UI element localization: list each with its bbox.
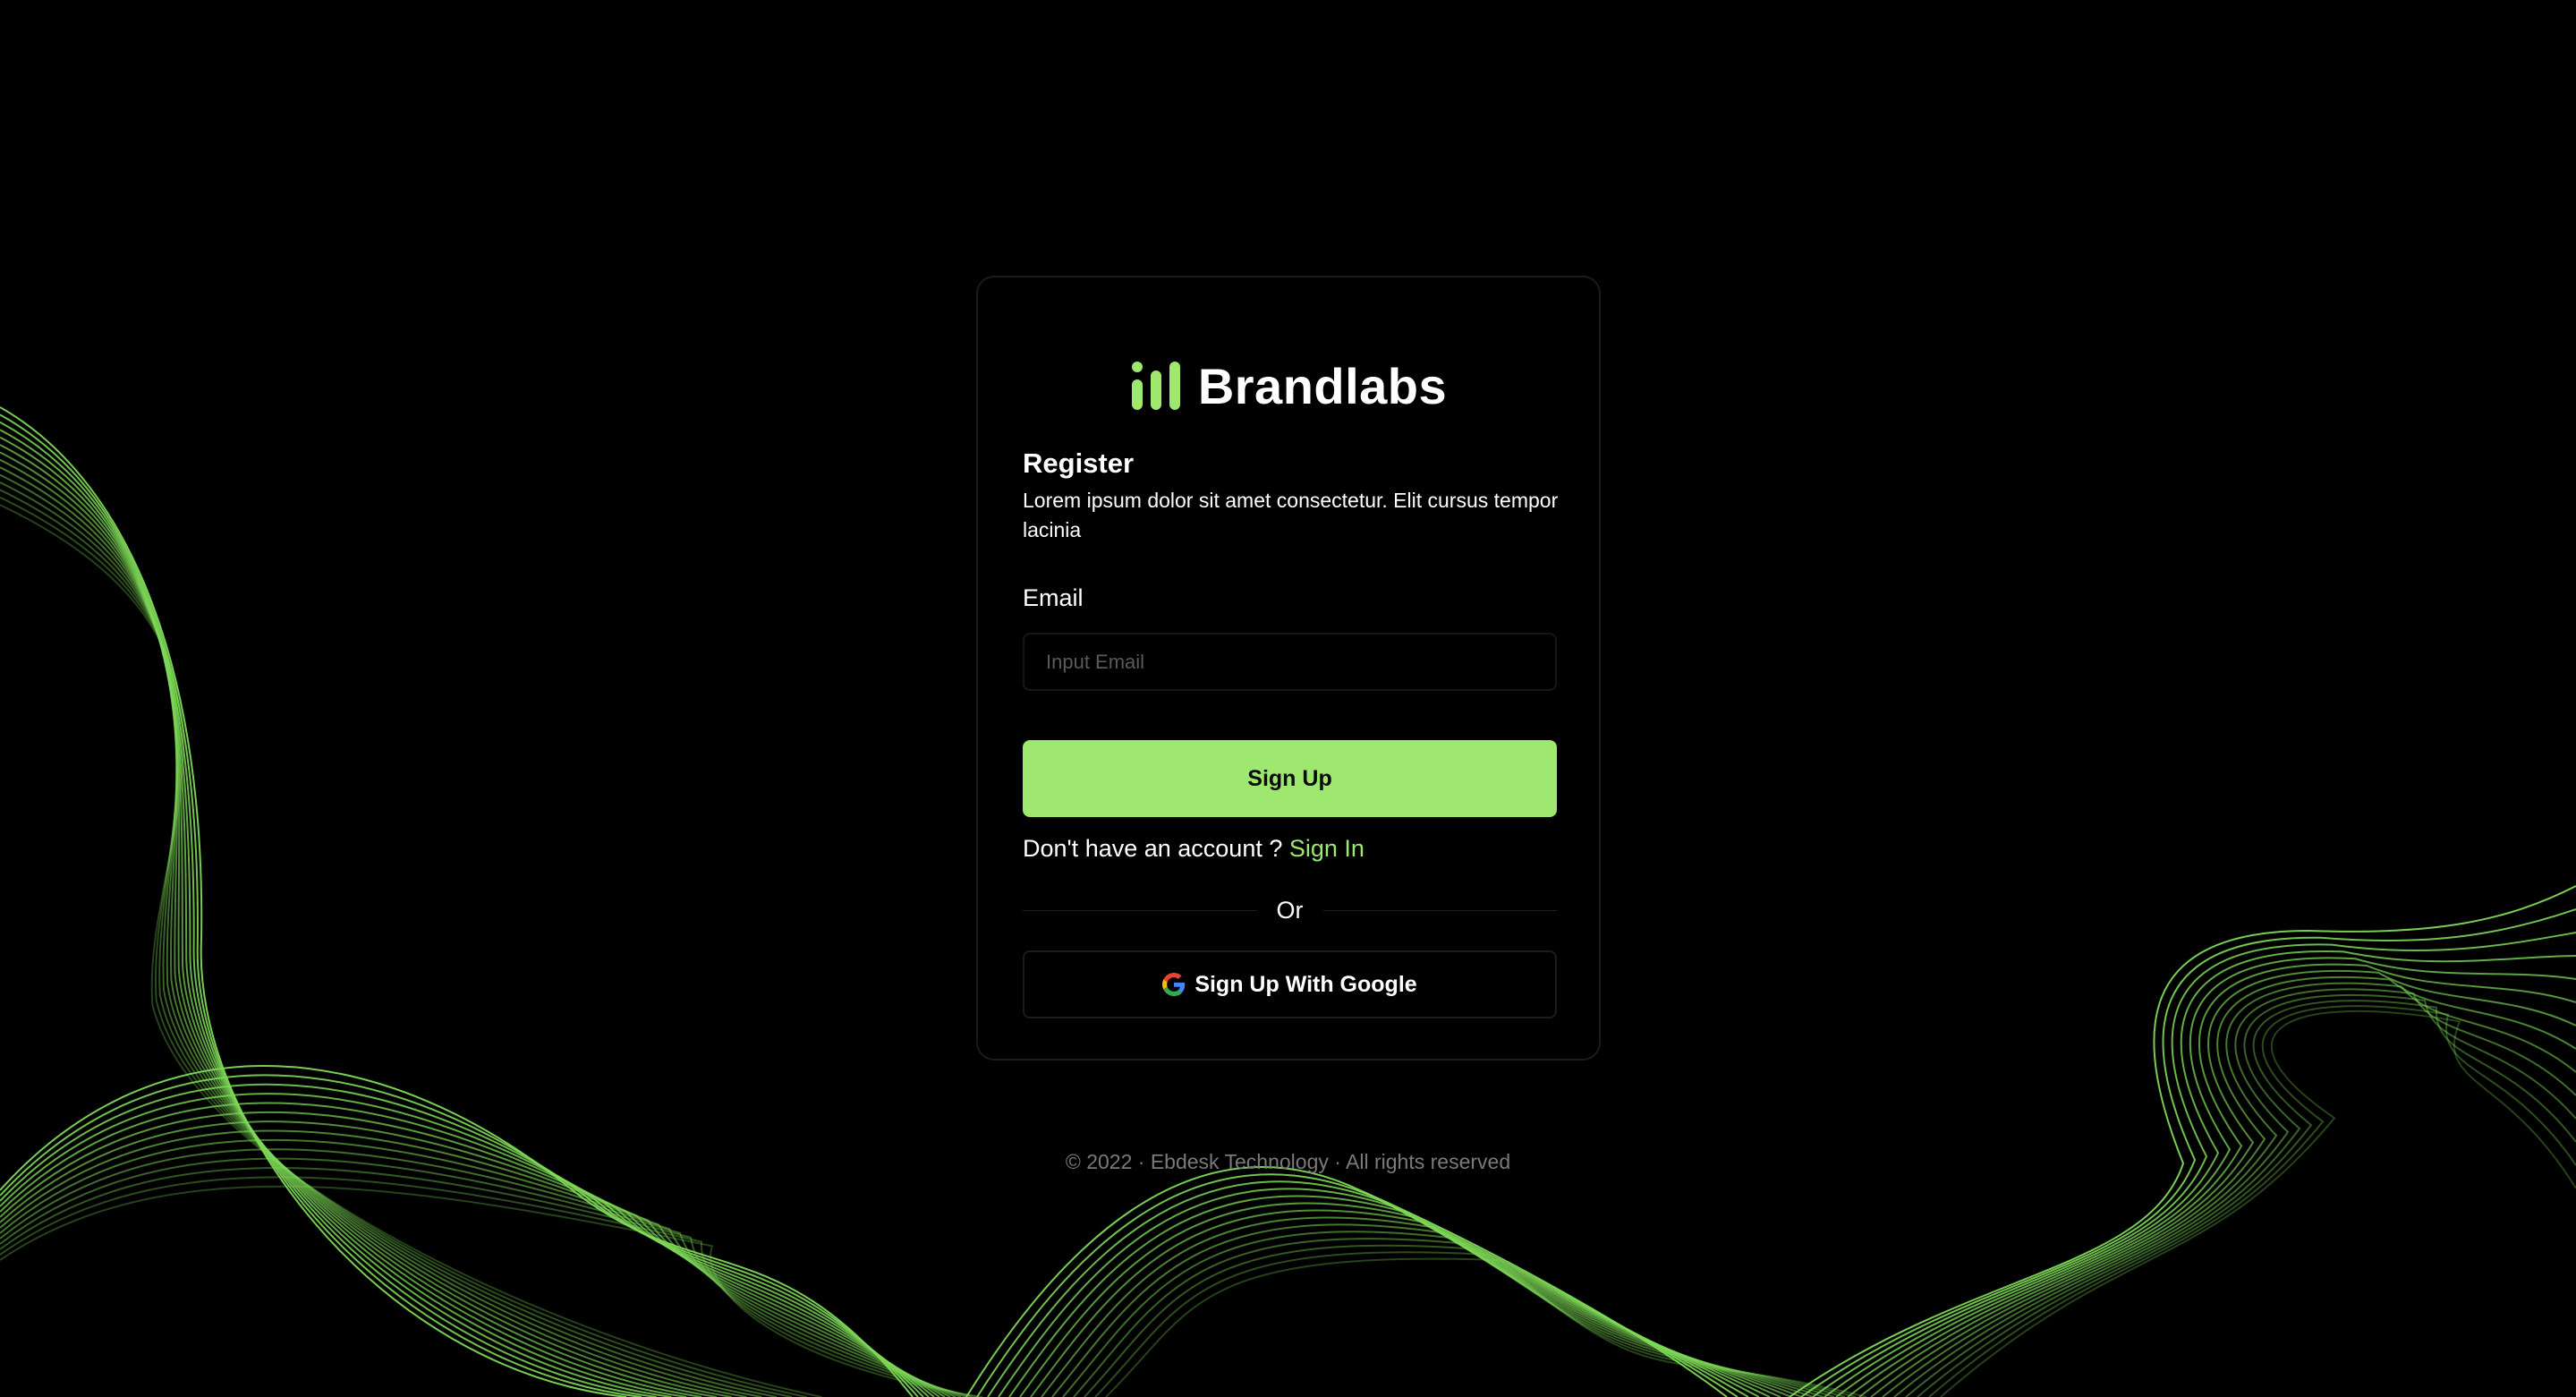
wave-line (0, 1148, 1824, 1397)
copyright-footer: © 2022 · Ebdesk Technology · All rights … (1065, 1150, 1511, 1173)
wave-line (0, 1185, 1867, 1397)
wave-line (0, 473, 762, 1397)
wave-line (0, 1176, 1857, 1397)
sign-up-button[interactable]: Sign Up (1023, 740, 1557, 817)
wave-line (0, 496, 807, 1397)
register-page: Brandlabs Register Lorem ipsum dolor sit… (0, 0, 2576, 1397)
email-label: Email (1023, 584, 1084, 611)
form-heading: Register (1023, 447, 1135, 479)
wave-line (0, 413, 642, 1397)
wave-line (0, 1102, 1771, 1397)
wave-line (0, 1074, 1739, 1397)
wave-line (0, 421, 657, 1397)
wave-line (0, 451, 717, 1397)
account-prompt-text: Don't have an account ? (1023, 835, 1283, 862)
wave-line (0, 1138, 1814, 1397)
email-input[interactable] (1023, 633, 1557, 691)
wave-line (1917, 1000, 2576, 1397)
divider-line-left (1023, 909, 1257, 911)
wave-line (0, 504, 822, 1397)
register-card: Brandlabs Register Lorem ipsum dolor sit… (976, 276, 1601, 1061)
brand-header: Brandlabs (978, 354, 1599, 417)
google-button-label: Sign Up With Google (1194, 971, 1417, 997)
wave-line (1940, 1009, 2576, 1397)
wave-line (1858, 969, 2576, 1397)
wave-line (0, 458, 732, 1397)
wave-line (0, 481, 778, 1397)
wave-line (0, 436, 687, 1397)
wave-line (0, 1166, 1846, 1397)
wave-line (1928, 1005, 2576, 1397)
wave-line (1835, 957, 2576, 1397)
wave-line (1870, 975, 2576, 1397)
google-icon (1162, 973, 1186, 996)
wave-line (1905, 993, 2576, 1397)
wave-line (0, 429, 672, 1397)
brand-name: Brandlabs (1197, 357, 1448, 414)
account-prompt-line: Don't have an account ? Sign In (1023, 835, 1365, 863)
wave-line (0, 1093, 1760, 1397)
divider-label: Or (1276, 896, 1304, 924)
wave-line (0, 466, 747, 1397)
wave-line (1789, 885, 2576, 1397)
form-subtitle: Lorem ipsum dolor sit amet consectetur. … (1023, 489, 1559, 541)
divider-line-right (1322, 909, 1557, 911)
wave-line (1882, 982, 2576, 1397)
wave-line (0, 489, 792, 1397)
wave-line (1847, 963, 2576, 1397)
wave-line (0, 1083, 1749, 1397)
google-sign-up-button[interactable]: Sign Up With Google (1023, 950, 1557, 1018)
sign-in-link[interactable]: Sign In (1289, 835, 1365, 862)
wave-line (0, 406, 627, 1397)
bar-chart-icon (1131, 362, 1180, 410)
wave-line (0, 1157, 1835, 1397)
wave-line (0, 444, 702, 1397)
wave-line (0, 1065, 1728, 1397)
wave-line (1893, 988, 2576, 1397)
or-divider: Or (1023, 890, 1557, 930)
